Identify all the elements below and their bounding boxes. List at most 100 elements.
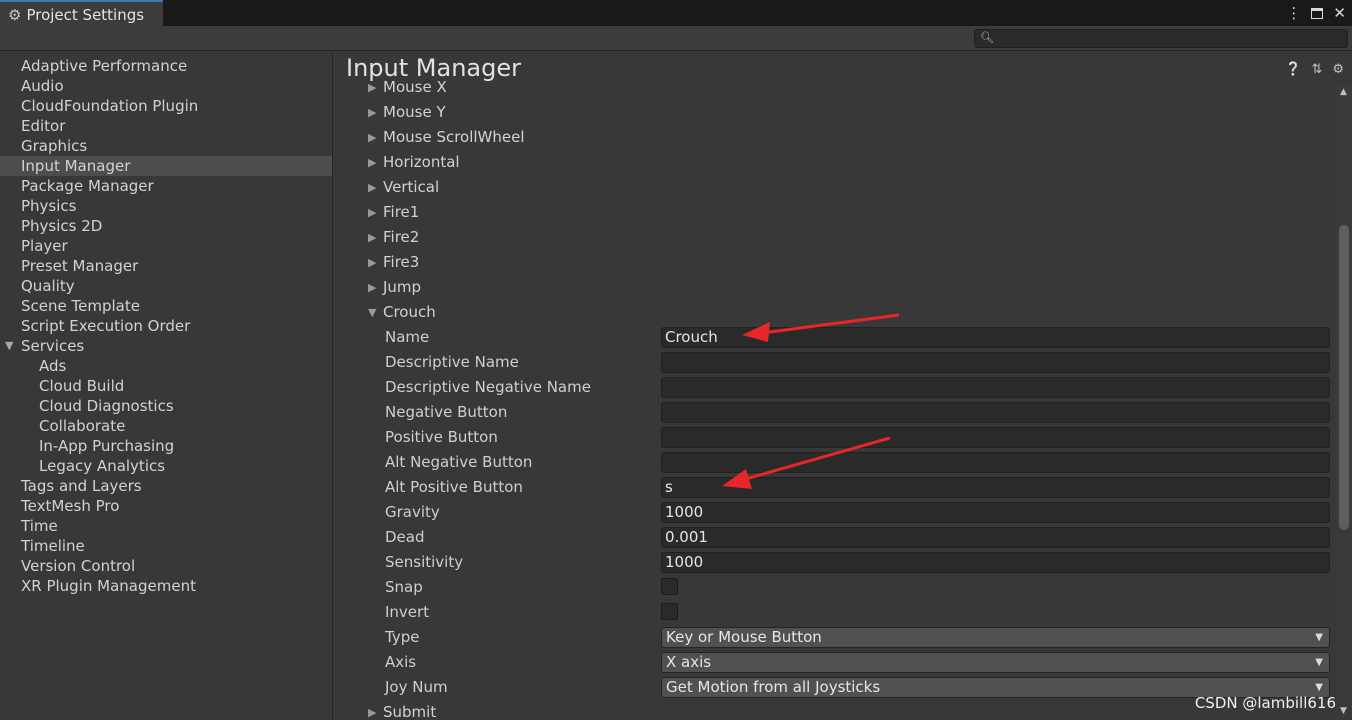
maximize-icon[interactable] (1311, 7, 1324, 19)
sidebar-item-physics[interactable]: Physics (0, 196, 332, 216)
more-menu-icon[interactable]: ⋮ (1286, 4, 1301, 22)
gear-icon: ⚙ (8, 5, 22, 24)
axis-label: Mouse X (383, 78, 447, 96)
dead-field[interactable]: 0.001 (661, 527, 1330, 548)
sidebar-item-label: Audio (21, 77, 64, 95)
preset-icon[interactable]: ⇅ (1311, 62, 1322, 77)
property-name: Name Crouch (334, 325, 1334, 350)
axis-label: Submit (383, 703, 437, 720)
sidebar-item-cloudfoundation-plugin[interactable]: CloudFoundation Plugin (0, 96, 332, 116)
positive-button-field[interactable] (661, 427, 1330, 448)
expand-triangle-icon[interactable]: ▶ (368, 225, 376, 250)
vertical-scrollbar[interactable]: ▲ ▼ (1336, 85, 1352, 720)
axis-label: Crouch (383, 303, 436, 321)
sidebar-item-version-control[interactable]: Version Control (0, 556, 332, 576)
property-label: Positive Button (385, 428, 498, 446)
sidebar-item-label: Ads (39, 357, 67, 375)
settings-icon[interactable]: ⚙ (1332, 62, 1344, 77)
axis-dropdown[interactable]: X axis ▼ (661, 652, 1330, 673)
invert-checkbox[interactable] (661, 603, 678, 620)
dropdown-arrow-icon: ▼ (1315, 657, 1323, 668)
scrollbar-thumb[interactable] (1339, 225, 1349, 530)
sidebar-item-audio[interactable]: Audio (0, 76, 332, 96)
sidebar-item-label: XR Plugin Management (21, 577, 196, 595)
search-input[interactable]: 🔍︎ (974, 29, 1348, 48)
sidebar-item-editor[interactable]: Editor (0, 116, 332, 136)
axis-label: Fire3 (383, 253, 420, 271)
sidebar-item-preset-manager[interactable]: Preset Manager (0, 256, 332, 276)
sidebar-item-tags-and-layers[interactable]: Tags and Layers (0, 476, 332, 496)
sidebar-item-label: Quality (21, 277, 75, 295)
sidebar-item-label: Editor (21, 117, 66, 135)
sidebar-item-input-manager[interactable]: Input Manager (0, 156, 332, 176)
snap-checkbox[interactable] (661, 578, 678, 595)
sidebar-item-label: Graphics (21, 137, 88, 155)
sidebar-item-services[interactable]: ▼ Services (0, 336, 332, 356)
sidebar-item-cloud-diagnostics[interactable]: Cloud Diagnostics (0, 396, 332, 416)
sidebar-item-legacy-analytics[interactable]: Legacy Analytics (0, 456, 332, 476)
expand-triangle-icon[interactable]: ▶ (368, 75, 376, 100)
sidebar-item-graphics[interactable]: Graphics (0, 136, 332, 156)
sidebar-item-cloud-build[interactable]: Cloud Build (0, 376, 332, 396)
sidebar-item-label: CloudFoundation Plugin (21, 97, 199, 115)
name-field[interactable]: Crouch (661, 327, 1330, 348)
alt-positive-button-field[interactable]: s (661, 477, 1330, 498)
sidebar-item-scene-template[interactable]: Scene Template (0, 296, 332, 316)
sidebar-item-player[interactable]: Player (0, 236, 332, 256)
axis-label: Fire2 (383, 228, 420, 246)
sidebar-item-quality[interactable]: Quality (0, 276, 332, 296)
sidebar-item-label: TextMesh Pro (21, 497, 120, 515)
expand-triangle-icon[interactable]: ▶ (368, 175, 376, 200)
sidebar-item-time[interactable]: Time (0, 516, 332, 536)
expand-triangle-icon[interactable]: ▶ (368, 150, 376, 175)
sidebar-item-label: Player (21, 237, 68, 255)
expand-triangle-icon[interactable]: ▶ (368, 200, 376, 225)
property-label: Alt Positive Button (385, 478, 523, 496)
scroll-up-icon[interactable]: ▲ (1340, 87, 1347, 97)
gravity-field[interactable]: 1000 (661, 502, 1330, 523)
negative-button-field[interactable] (661, 402, 1330, 423)
sidebar-item-physics-2d[interactable]: Physics 2D (0, 216, 332, 236)
descriptive-name-field[interactable] (661, 352, 1330, 373)
sidebar-item-adaptive-performance[interactable]: Adaptive Performance (0, 56, 332, 76)
close-icon[interactable]: ✕ (1333, 4, 1346, 22)
sidebar-item-textmesh-pro[interactable]: TextMesh Pro (0, 496, 332, 516)
alt-negative-button-field[interactable] (661, 452, 1330, 473)
scroll-down-icon[interactable]: ▼ (1340, 706, 1347, 716)
sidebar-item-script-execution-order[interactable]: Script Execution Order (0, 316, 332, 336)
expand-triangle-icon[interactable]: ▶ (368, 250, 376, 275)
input-manager-panel: Input Manager ❔ ⇅ ⚙ ▶ Mouse X ▶ Mouse Y ▶ Mou… (334, 52, 1352, 720)
expand-triangle-icon[interactable]: ▶ (368, 700, 376, 720)
sidebar-item-label: Input Manager (21, 157, 131, 175)
sidebar-item-xr-plugin-management[interactable]: XR Plugin Management (0, 576, 332, 596)
sidebar-item-package-manager[interactable]: Package Manager (0, 176, 332, 196)
expand-triangle-icon[interactable]: ▼ (5, 336, 13, 356)
dropdown-value: Key or Mouse Button (666, 628, 822, 646)
sidebar-item-label: In-App Purchasing (39, 437, 175, 455)
property-label: Alt Negative Button (385, 453, 533, 471)
property-label: Descriptive Negative Name (385, 378, 591, 396)
expand-triangle-icon[interactable]: ▶ (368, 275, 376, 300)
expand-triangle-icon[interactable]: ▶ (368, 100, 376, 125)
axis-label: Vertical (383, 178, 440, 196)
tab-project-settings[interactable]: ⚙ Project Settings (0, 0, 163, 27)
sidebar-item-label: Legacy Analytics (39, 457, 166, 475)
axis-label: Fire1 (383, 203, 420, 221)
property-label: Axis (385, 653, 417, 671)
property-descriptive-negative-name: Descriptive Negative Name (334, 375, 1334, 400)
property-label: Snap (385, 578, 423, 596)
descriptive-negative-name-field[interactable] (661, 377, 1330, 398)
expand-triangle-icon[interactable]: ▶ (368, 125, 376, 150)
sensitivity-field[interactable]: 1000 (661, 552, 1330, 573)
property-axis: Axis X axis ▼ (334, 650, 1334, 675)
property-dead: Dead 0.001 (334, 525, 1334, 550)
help-icon[interactable]: ❔ (1285, 62, 1301, 77)
sidebar-item-collaborate[interactable]: Collaborate (0, 416, 332, 436)
type-dropdown[interactable]: Key or Mouse Button ▼ (661, 627, 1330, 648)
sidebar-item-timeline[interactable]: Timeline (0, 536, 332, 556)
dropdown-value: X axis (666, 653, 712, 671)
collapse-triangle-icon[interactable]: ▼ (368, 300, 376, 325)
sidebar-item-ads[interactable]: Ads (0, 356, 332, 376)
sidebar-item-in-app-purchasing[interactable]: In-App Purchasing (0, 436, 332, 456)
sidebar-item-label: Tags and Layers (21, 477, 142, 495)
